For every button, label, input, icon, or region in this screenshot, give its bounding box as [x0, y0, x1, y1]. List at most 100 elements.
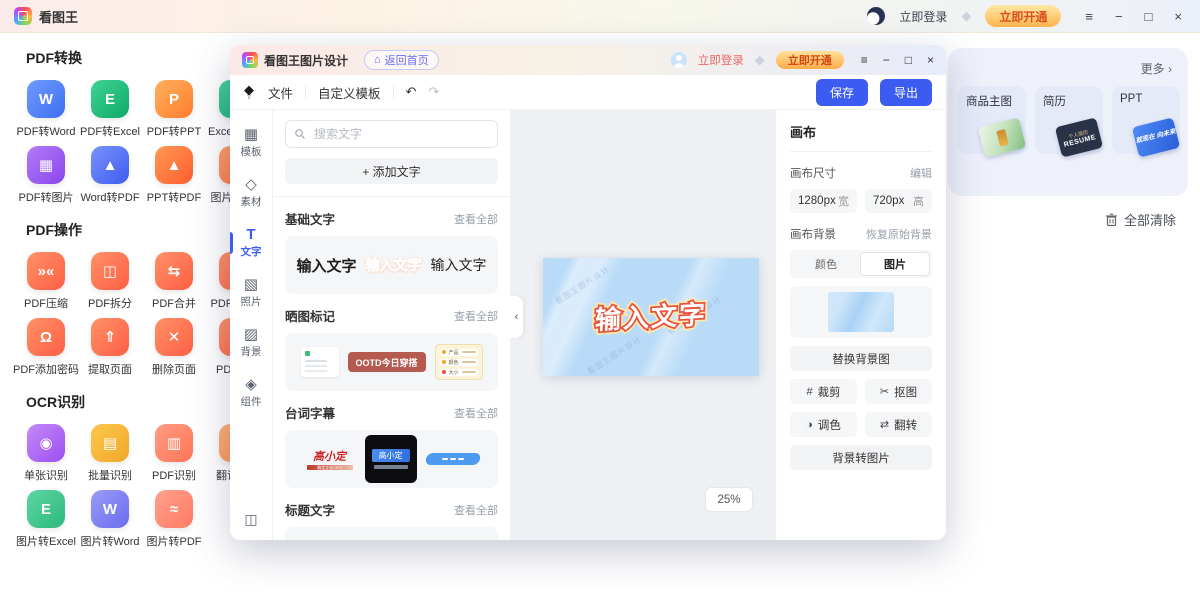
- tool-item[interactable]: ▤批量识别: [78, 424, 142, 484]
- tool-item[interactable]: ⇆PDF合并: [142, 252, 206, 312]
- maximize-icon[interactable]: □: [1145, 10, 1153, 23]
- artboard[interactable]: 看图王图片设计 看图王图片设计 看图王图片设计 输入文字 输入文字 输入文字: [543, 258, 759, 376]
- text-sample-bold[interactable]: 输入文字: [296, 255, 356, 276]
- menu-file[interactable]: 文件: [268, 83, 293, 102]
- redo-icon[interactable]: ↷: [428, 84, 439, 100]
- tool-item[interactable]: ΩPDF添加密码: [14, 318, 78, 378]
- avatar-icon[interactable]: [867, 7, 885, 25]
- tool-item[interactable]: PPDF转PPT: [142, 80, 206, 140]
- ootd-tag-thumb[interactable]: OOTD今日穿搭: [348, 352, 426, 372]
- captions-card[interactable]: 高小定 稿定企业CEO 高小定: [285, 430, 498, 488]
- home-icon: ⌂: [374, 54, 381, 66]
- template-card-product[interactable]: 商品主图: [958, 86, 1026, 154]
- section-header-captions: 台词字幕 查看全部: [285, 403, 498, 422]
- tool-item[interactable]: ◫PDF拆分: [78, 252, 142, 312]
- minimize-icon[interactable]: −: [883, 54, 890, 66]
- section-title: 标题文字: [285, 500, 335, 519]
- avatar-icon[interactable]: [671, 52, 687, 68]
- cutout-button[interactable]: ✂ 抠图: [865, 379, 932, 404]
- tool-item[interactable]: ≈图片转PDF: [142, 490, 206, 550]
- login-link[interactable]: 立即登录: [899, 8, 947, 25]
- tool-icon: E: [91, 80, 129, 118]
- text-sample-regular[interactable]: 输入文字: [431, 255, 487, 275]
- tool-item[interactable]: »«PDF压缩: [14, 252, 78, 312]
- undo-icon[interactable]: ↶: [406, 84, 417, 100]
- rail-item-模板[interactable]: ▦模板: [230, 118, 272, 168]
- export-button[interactable]: 导出: [880, 79, 932, 106]
- tool-item[interactable]: ▦PDF转图片: [14, 146, 78, 206]
- login-link[interactable]: 立即登录: [698, 52, 744, 68]
- search-input[interactable]: [312, 126, 489, 142]
- view-all-link[interactable]: 查看全部: [454, 308, 498, 324]
- height-field[interactable]: 720px 高: [865, 189, 932, 213]
- restore-bg-link[interactable]: 恢复原始背景: [866, 226, 932, 242]
- template-card-ppt[interactable]: PPT 就现在 向未来: [1112, 86, 1180, 154]
- tool-label: 提取页面: [88, 361, 132, 377]
- text-sample-outline[interactable]: 输入文字: [366, 255, 422, 275]
- product-thumbnail: [978, 117, 1026, 157]
- basic-text-card[interactable]: 输入文字 输入文字 输入文字: [285, 236, 498, 294]
- rail-item-组件[interactable]: ◈组件: [230, 368, 272, 418]
- tool-item[interactable]: ▲Word转PDF: [78, 146, 142, 206]
- tool-label: 图片转Word: [80, 533, 139, 549]
- tool-item[interactable]: ▥PDF识别: [142, 424, 206, 484]
- rail-item-文字[interactable]: T文字: [230, 218, 272, 268]
- maximize-icon[interactable]: □: [905, 54, 912, 66]
- chat-screenshot-thumb[interactable]: [301, 347, 339, 377]
- template-card-resume[interactable]: 简历 个人简历 RESUME: [1035, 86, 1103, 154]
- ppt-thumb-text: 就现在 向未来: [1135, 128, 1177, 146]
- close-icon[interactable]: ×: [1174, 10, 1182, 23]
- tab-color[interactable]: 颜色: [792, 252, 860, 276]
- tool-item[interactable]: ▲PPT转PDF: [142, 146, 206, 206]
- width-field[interactable]: 1280px 宽: [790, 189, 857, 213]
- back-home-button[interactable]: ⌂ 返回首页: [364, 50, 439, 70]
- upgrade-button[interactable]: 立即开通: [776, 51, 844, 69]
- background-thumbnail[interactable]: [828, 292, 894, 332]
- rail-item-照片[interactable]: ▧照片: [230, 268, 272, 318]
- replace-background-button[interactable]: 替换背景图: [790, 346, 932, 371]
- menu-icon[interactable]: ≡: [861, 54, 868, 66]
- add-text-button[interactable]: + 添加文字: [285, 158, 498, 184]
- flip-button[interactable]: ⇄ 翻转: [865, 412, 932, 437]
- tool-item[interactable]: ⇑提取页面: [78, 318, 142, 378]
- save-button[interactable]: 保存: [816, 79, 868, 106]
- crop-button[interactable]: # 裁剪: [790, 379, 857, 404]
- close-icon[interactable]: ×: [927, 54, 934, 66]
- view-all-link[interactable]: 查看全部: [454, 502, 498, 518]
- caption-dark-thumb[interactable]: 高小定: [365, 435, 417, 483]
- rail-item-背景[interactable]: ▨背景: [230, 318, 272, 368]
- tool-item[interactable]: ✕删除页面: [142, 318, 206, 378]
- tab-image[interactable]: 图片: [860, 252, 930, 276]
- panel-toggle-icon[interactable]: ◫: [230, 511, 272, 528]
- tool-item[interactable]: W图片转Word: [78, 490, 142, 550]
- background-to-image-button[interactable]: 背景转图片: [790, 445, 932, 470]
- view-all-link[interactable]: 查看全部: [454, 405, 498, 421]
- tool-item[interactable]: E图片转Excel: [14, 490, 78, 550]
- clear-all-button[interactable]: 全部清除: [1105, 210, 1176, 229]
- edit-size-link[interactable]: 编辑: [910, 165, 932, 181]
- zoom-level-indicator[interactable]: 25%: [705, 487, 753, 512]
- canvas-size-row: 画布尺寸 编辑: [790, 165, 932, 181]
- tool-label: PDF转图片: [19, 189, 74, 205]
- menu-custom-template[interactable]: 自定义模板: [318, 83, 381, 102]
- title-text-card[interactable]: 追日计划 GAODING JISHI 稿定集市 今日…!: [285, 527, 498, 540]
- tool-item[interactable]: WPDF转Word: [14, 80, 78, 140]
- canvas-text-element[interactable]: 输入文字 输入文字 输入文字: [543, 258, 759, 376]
- minimize-icon[interactable]: −: [1115, 10, 1123, 23]
- tool-item[interactable]: ◉单张识别: [14, 424, 78, 484]
- menu-icon[interactable]: ≡: [1085, 10, 1093, 23]
- caption-red-thumb[interactable]: 高小定 稿定企业CEO: [304, 448, 356, 470]
- collapse-panel-tab[interactable]: ‹: [510, 296, 523, 338]
- caption-blue-thumb[interactable]: [424, 453, 481, 465]
- tool-item[interactable]: EPDF转Excel: [78, 80, 142, 140]
- view-all-link[interactable]: 查看全部: [454, 211, 498, 227]
- search-box[interactable]: [285, 120, 498, 148]
- photo-marks-card[interactable]: OOTD今日穿搭 产品 颜色 大小: [285, 333, 498, 391]
- resume-thumbnail: 个人简历 RESUME: [1055, 117, 1103, 157]
- upgrade-button[interactable]: 立即开通: [985, 5, 1061, 27]
- more-link[interactable]: 更多 ›: [1141, 60, 1172, 77]
- note-card-thumb[interactable]: 产品 颜色 大小: [435, 344, 483, 380]
- rail-item-素材[interactable]: ◇素材: [230, 168, 272, 218]
- adjust-color-button[interactable]: ◑ 调色: [790, 412, 857, 437]
- card-label: 简历: [1035, 86, 1103, 109]
